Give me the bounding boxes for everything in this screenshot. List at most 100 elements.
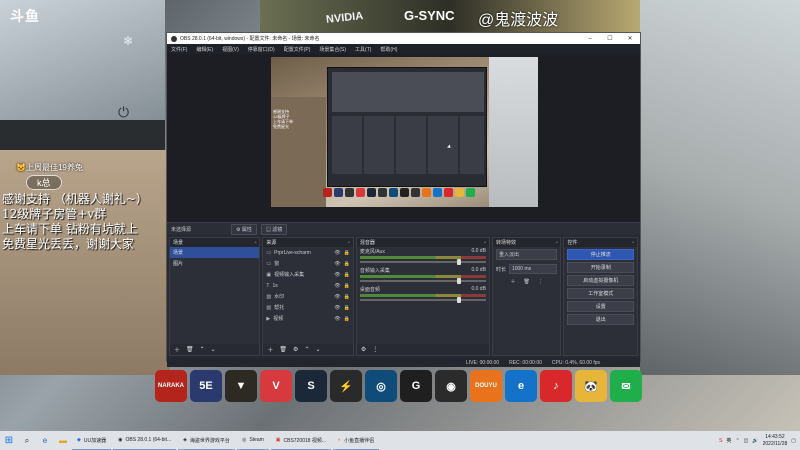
- windows-taskbar: ⊞ ⌕ e ▬ ◆ UU加速器 ◉ OBS 28.0.1 (64-bit... ◈ 海…: [0, 431, 800, 450]
- transition-select[interactable]: 重入淡出: [495, 249, 558, 260]
- lock-icon: 🔒: [343, 304, 350, 311]
- volume-slider[interactable]: [359, 278, 486, 284]
- dock-app-icon[interactable]: DOUYU: [470, 370, 502, 402]
- steam-icon: ◎: [241, 437, 247, 443]
- stop-streaming-button[interactable]: 停止推流: [567, 249, 634, 260]
- dock-app-icon[interactable]: ⚡: [330, 370, 362, 402]
- dock-app-icon[interactable]: V: [260, 370, 292, 402]
- duration-label: 时长: [495, 266, 506, 273]
- remove-icon[interactable]: 🗑: [279, 346, 287, 353]
- stream-preview[interactable]: 感谢支持 12级牌子 上车请下单 免费星光: [271, 57, 538, 207]
- down-icon[interactable]: ⌄: [315, 346, 320, 353]
- volume-meter: [359, 256, 486, 259]
- dock-app-icon[interactable]: S: [295, 370, 327, 402]
- taskbar-task[interactable]: ▣ CBS720018 视频...: [270, 431, 332, 450]
- taskbar-task[interactable]: ◉ OBS 28.0.1 (64-bit...: [113, 431, 177, 450]
- windows-start-icon[interactable]: ⊞: [0, 431, 18, 450]
- dock-app-icon[interactable]: NARAKA: [155, 370, 187, 402]
- mixer-track: 音频输入采集 0.0 dB: [357, 266, 489, 285]
- close-button[interactable]: ✕: [620, 35, 640, 42]
- volume-slider[interactable]: [359, 297, 486, 303]
- dock-app-icon[interactable]: ✉: [610, 370, 642, 402]
- add-icon[interactable]: ＋: [267, 345, 273, 354]
- chat-overlay: 🐱上周最佳19养兔 k总 感谢支持 （机器人谢礼~） 12级牌子房管+v群 上车…: [2, 162, 172, 252]
- volume-slider[interactable]: [359, 259, 486, 265]
- taskbar-task[interactable]: ◎ Steam: [236, 431, 269, 450]
- preview-nested-scene: [332, 72, 484, 112]
- source-item[interactable]: ▣ 视频输入采集 👁 🔒: [263, 269, 352, 280]
- add-icon[interactable]: ＋: [174, 345, 180, 354]
- menu-icon[interactable]: ⋮: [372, 346, 378, 353]
- ime-indicator[interactable]: 英: [726, 437, 731, 444]
- up-icon[interactable]: ⌃: [304, 346, 309, 353]
- dock-app-icon[interactable]: G: [400, 370, 432, 402]
- taskbar-task[interactable]: ◐ 小鱼直播伴侣: [333, 431, 380, 450]
- scenes-dock-header: 场景 ▫: [170, 238, 260, 247]
- source-item[interactable]: ▨ 帮托 👁 🔒: [263, 302, 352, 313]
- studio-mode-button[interactable]: 工作室模式: [567, 288, 634, 299]
- source-item[interactable]: ▭ 窗 👁 🔒: [263, 258, 352, 269]
- obs-titlebar[interactable]: OBS 28.0.1 (64-bit, windows) - 配置文件: 未命名…: [167, 33, 640, 44]
- text-icon: T: [266, 282, 270, 289]
- dock-app-icon[interactable]: 🐼: [575, 370, 607, 402]
- settings-button[interactable]: 设置: [567, 301, 634, 312]
- notification-icon[interactable]: ▢: [791, 438, 796, 444]
- duration-input[interactable]: 1000 ms: [508, 264, 558, 274]
- menu-help[interactable]: 帮助(H): [380, 46, 397, 53]
- explorer-icon[interactable]: ▬: [56, 434, 70, 448]
- eye-icon: 👁: [334, 271, 341, 278]
- menu-docks[interactable]: 停靠窗口(D): [248, 46, 275, 53]
- properties-button[interactable]: ⚙ 属性: [231, 223, 257, 235]
- dock-app-icon[interactable]: ▼: [225, 370, 257, 402]
- dock-app-icon[interactable]: e: [505, 370, 537, 402]
- obs-window: OBS 28.0.1 (64-bit, windows) - 配置文件: 未命名…: [166, 32, 641, 367]
- volume-icon[interactable]: 🔊: [752, 438, 758, 444]
- menu-edit[interactable]: 编辑(E): [196, 46, 213, 53]
- edge-icon[interactable]: e: [38, 434, 52, 448]
- gear-icon[interactable]: ⚙: [361, 346, 366, 353]
- menu-profile[interactable]: 配置文件(P): [284, 46, 311, 53]
- source-item[interactable]: ▶ 视频 👁 🔒: [263, 313, 352, 324]
- menu-tools[interactable]: 工具(T): [355, 46, 371, 53]
- maximize-button[interactable]: ☐: [600, 35, 620, 42]
- dock-app-icon[interactable]: 5E: [190, 370, 222, 402]
- gear-icon[interactable]: ⚙: [293, 346, 298, 353]
- preview-nested-obs: [327, 67, 487, 187]
- search-icon[interactable]: ⌕: [20, 434, 34, 448]
- source-item[interactable]: T 1s 👁 🔒: [263, 280, 352, 291]
- minimize-button[interactable]: –: [580, 36, 600, 42]
- remove-icon[interactable]: 🗑: [186, 346, 194, 353]
- taskbar-task[interactable]: ◈ 海盗世界游戏平台: [178, 431, 235, 450]
- tray-app-icon[interactable]: S: [719, 438, 722, 444]
- menu-icon[interactable]: ⋮: [538, 279, 543, 285]
- menu-view[interactable]: 视图(V): [222, 46, 239, 53]
- overlay-line: 免费星光丢丢，谢谢大家: [2, 237, 135, 251]
- start-recording-button[interactable]: 开始录制: [567, 262, 634, 273]
- chevron-up-icon[interactable]: ⌃: [735, 438, 739, 444]
- image-icon: ▨: [266, 293, 272, 300]
- exit-button[interactable]: 退出: [567, 314, 634, 325]
- menu-file[interactable]: 文件(F): [171, 46, 187, 53]
- scene-item[interactable]: 图片: [170, 258, 259, 269]
- source-item[interactable]: ▨ 水印 👁 🔒: [263, 291, 352, 302]
- camera-icon: ▣: [266, 271, 272, 278]
- app-dock: NARAKA 5E ▼ V S ⚡ ◎ G ◉ DOUYU e ♪ 🐼 ✉: [155, 370, 642, 402]
- source-item[interactable]: ▭ PrprLive-scharm 👁 🔒: [263, 247, 352, 258]
- controls-body: 停止推流 开始录制 启动虚拟摄像机 工作室模式 设置 退出: [564, 247, 637, 355]
- down-icon[interactable]: ⌄: [211, 346, 216, 353]
- taskbar-task[interactable]: ◆ UU加速器: [72, 431, 112, 450]
- menu-scene-collection[interactable]: 场景集合(S): [319, 46, 346, 53]
- up-icon[interactable]: ⌃: [200, 346, 205, 353]
- dock-app-icon[interactable]: ◉: [435, 370, 467, 402]
- remove-icon[interactable]: 🗑: [524, 279, 530, 285]
- start-virtual-camera-button[interactable]: 启动虚拟摄像机: [567, 275, 634, 286]
- add-icon[interactable]: ＋: [511, 278, 516, 285]
- scene-item[interactable]: 场景: [170, 247, 260, 258]
- dock-app-icon[interactable]: ◎: [365, 370, 397, 402]
- transitions-dock-header: 转场特效 ▫: [492, 238, 561, 247]
- mixer-track: 桌面音频 0.0 dB: [357, 285, 489, 304]
- network-icon[interactable]: ◫: [744, 438, 749, 444]
- taskbar-clock[interactable]: 14:43:52 2022/11/28: [763, 434, 788, 448]
- filters-button[interactable]: ▤ 滤镜: [260, 223, 288, 235]
- dock-app-icon[interactable]: ♪: [540, 370, 572, 402]
